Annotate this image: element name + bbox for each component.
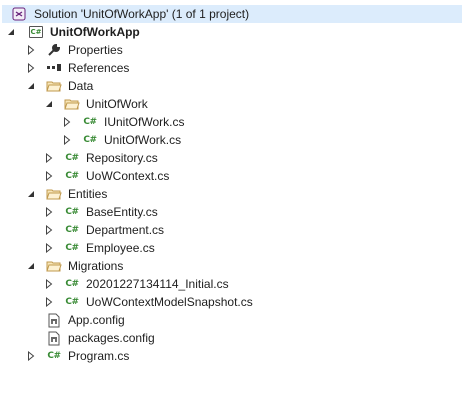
tree-item-label: BaseEntity.cs [86, 205, 158, 219]
tree-item-label: UoWContextModelSnapshot.cs [86, 295, 253, 309]
tree-item-label: Data [68, 79, 94, 93]
tree-item-label: UnitOfWork.cs [104, 133, 182, 147]
tree-item-properties[interactable]: Properties [0, 41, 464, 59]
open-folder-icon [46, 186, 62, 202]
tree-item-label: Properties [68, 43, 123, 57]
expand-arrow-icon[interactable] [44, 151, 54, 165]
csharp-file-icon: C# [65, 153, 79, 163]
tree-item-label: packages.config [68, 331, 155, 345]
csharp-file-icon: C# [65, 279, 79, 289]
references-icon [46, 60, 62, 76]
solution-node[interactable]: Solution 'UnitOfWorkApp' (1 of 1 project… [2, 5, 462, 23]
tree-item-label: References [68, 61, 130, 75]
tree-item-label: Employee.cs [86, 241, 155, 255]
config-file-icon [46, 312, 62, 328]
collapse-arrow-icon[interactable] [6, 25, 16, 39]
config-file-icon [46, 330, 62, 346]
expand-arrow-icon[interactable] [44, 241, 54, 255]
file-unitofwork[interactable]: C# UnitOfWork.cs [0, 131, 464, 149]
expand-arrow-icon[interactable] [62, 115, 72, 129]
folder-unitofwork[interactable]: UnitOfWork [0, 95, 464, 113]
csharp-file-icon: C# [65, 171, 79, 181]
csharp-file-icon: C# [65, 207, 79, 217]
tree-item-label: UnitOfWork [86, 97, 148, 111]
collapse-arrow-icon[interactable] [44, 97, 54, 111]
csharp-project-icon: C# [29, 26, 43, 38]
folder-entities[interactable]: Entities [0, 185, 464, 203]
tree-item-label: Migrations [68, 259, 124, 273]
expand-arrow-icon[interactable] [44, 169, 54, 183]
csharp-file-icon: C# [47, 351, 61, 361]
solution-icon [11, 6, 27, 22]
collapse-arrow-icon[interactable] [26, 187, 36, 201]
csharp-file-icon: C# [65, 225, 79, 235]
tree-item-label: 20201227134114_Initial.cs [86, 277, 229, 291]
solution-explorer-tree: Solution 'UnitOfWorkApp' (1 of 1 project… [0, 0, 464, 404]
collapse-arrow-icon[interactable] [26, 79, 36, 93]
project-label: UnitOfWorkApp [50, 25, 140, 39]
csharp-file-icon: C# [83, 135, 97, 145]
expand-arrow-icon[interactable] [44, 205, 54, 219]
collapse-arrow-icon[interactable] [26, 259, 36, 273]
solution-label: Solution 'UnitOfWorkApp' (1 of 1 project… [34, 7, 250, 21]
file-department[interactable]: C# Department.cs [0, 221, 464, 239]
open-folder-icon [46, 258, 62, 274]
project-node[interactable]: C# UnitOfWorkApp [0, 23, 464, 41]
expand-arrow-icon[interactable] [26, 43, 36, 57]
csharp-file-icon: C# [65, 243, 79, 253]
tree-item-label: Program.cs [68, 349, 130, 363]
file-app-config[interactable]: App.config [0, 311, 464, 329]
file-model-snapshot[interactable]: C# UoWContextModelSnapshot.cs [0, 293, 464, 311]
wrench-icon [46, 42, 62, 58]
csharp-file-icon: C# [83, 117, 97, 127]
expand-arrow-icon[interactable] [44, 295, 54, 309]
expand-arrow-icon[interactable] [44, 223, 54, 237]
csharp-file-icon: C# [65, 297, 79, 307]
tree-item-label: Entities [68, 187, 108, 201]
tree-item-label: IUnitOfWork.cs [104, 115, 185, 129]
tree-item-label: App.config [68, 313, 125, 327]
file-program[interactable]: C# Program.cs [0, 347, 464, 365]
expand-arrow-icon[interactable] [26, 61, 36, 75]
file-repository[interactable]: C# Repository.cs [0, 149, 464, 167]
folder-data[interactable]: Data [0, 77, 464, 95]
file-uowcontext[interactable]: C# UoWContext.cs [0, 167, 464, 185]
expand-arrow-icon[interactable] [62, 133, 72, 147]
folder-migrations[interactable]: Migrations [0, 257, 464, 275]
file-iunitofwork[interactable]: C# IUnitOfWork.cs [0, 113, 464, 131]
tree-item-label: Department.cs [86, 223, 165, 237]
tree-item-label: UoWContext.cs [86, 169, 170, 183]
file-initial-migration[interactable]: C# 20201227134114_Initial.cs [0, 275, 464, 293]
tree-item-references[interactable]: References [0, 59, 464, 77]
expand-arrow-icon[interactable] [44, 277, 54, 291]
expand-arrow-icon[interactable] [26, 349, 36, 363]
open-folder-icon [46, 78, 62, 94]
file-baseentity[interactable]: C# BaseEntity.cs [0, 203, 464, 221]
open-folder-icon [64, 96, 80, 112]
file-employee[interactable]: C# Employee.cs [0, 239, 464, 257]
tree-item-label: Repository.cs [86, 151, 158, 165]
file-packages-config[interactable]: packages.config [0, 329, 464, 347]
